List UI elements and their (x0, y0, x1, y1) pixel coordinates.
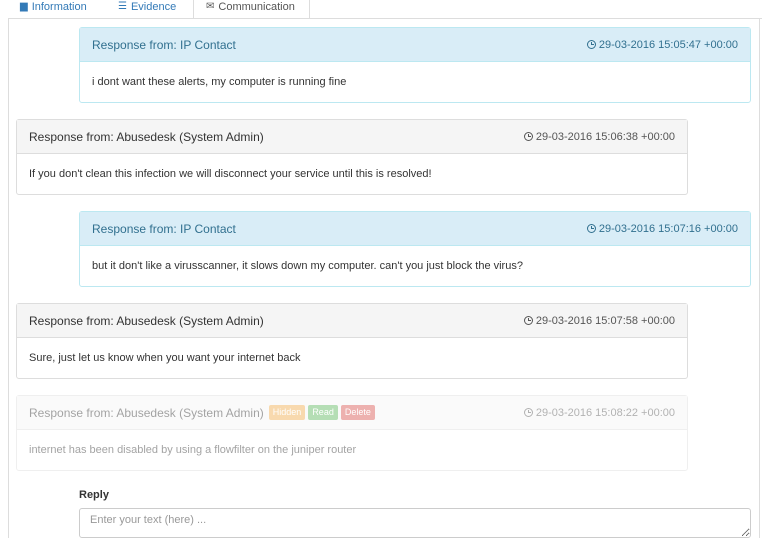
clock-icon (523, 316, 533, 325)
message-panel: Response from: IP Contact 29-03-2016 15:… (79, 211, 751, 287)
file-icon: ▆ (20, 0, 28, 12)
message-labels: Hidden Read Delete (266, 405, 375, 420)
message-sender: Response from: IP Contact (92, 37, 236, 52)
clock-icon (523, 408, 533, 417)
message-heading: Response from: Abusedesk (System Admin) … (17, 396, 687, 430)
message-timestamp-text: 29-03-2016 15:06:38 +00:00 (535, 130, 675, 143)
message-body: Sure, just let us know when you want you… (29, 352, 301, 364)
tab-evidence-label: Evidence (130, 0, 177, 13)
tab-bar: ▆ Information ☰ Evidence ✉ Communication (0, 0, 770, 19)
message-timestamp-text: 29-03-2016 15:08:22 +00:00 (535, 406, 675, 419)
message-timestamp: 29-03-2016 15:05:47 +00:00 (586, 38, 738, 51)
tab-evidence[interactable]: ☰ Evidence (118, 0, 176, 18)
message-panel: Response from: Abusedesk (System Admin) … (16, 303, 688, 379)
message-panel-hidden: Response from: Abusedesk (System Admin) … (16, 395, 688, 471)
tab-communication-label: Communication (218, 0, 295, 13)
message-timestamp: 29-03-2016 15:07:16 +00:00 (586, 222, 738, 235)
message-panel: Response from: IP Contact 29-03-2016 15:… (79, 27, 751, 103)
clock-icon (523, 132, 533, 141)
message-sender: Response from: IP Contact (92, 221, 236, 236)
envelope-icon: ✉ (206, 0, 215, 12)
message-timestamp-text: 29-03-2016 15:05:47 +00:00 (598, 38, 738, 51)
clock-icon (586, 224, 596, 233)
message-body: i dont want these alerts, my computer is… (92, 76, 347, 88)
read-label[interactable]: Read (308, 405, 338, 420)
message-timestamp: 29-03-2016 15:06:38 +00:00 (523, 130, 675, 143)
reply-label: Reply (79, 489, 109, 501)
message-heading: Response from: IP Contact 29-03-2016 15:… (80, 28, 750, 62)
reply-input[interactable] (79, 508, 751, 538)
message-timestamp-text: 29-03-2016 15:07:58 +00:00 (535, 314, 675, 327)
message-sender: Response from: Abusedesk (System Admin) (29, 129, 264, 144)
message-body: If you don't clean this infection we wil… (29, 168, 432, 180)
list-icon: ☰ (118, 0, 127, 12)
message-heading: Response from: Abusedesk (System Admin) … (17, 120, 687, 154)
tab-communication[interactable]: ✉ Communication (193, 0, 310, 19)
delete-label[interactable]: Delete (340, 405, 375, 420)
message-timestamp: 29-03-2016 15:07:58 +00:00 (523, 314, 675, 327)
message-timestamp-text: 29-03-2016 15:07:16 +00:00 (598, 222, 738, 235)
message-timestamp: 29-03-2016 15:08:22 +00:00 (523, 406, 675, 419)
hidden-label[interactable]: Hidden (268, 405, 306, 420)
clock-icon (586, 40, 596, 49)
message-sender: Response from: Abusedesk (System Admin) (29, 313, 264, 328)
tab-information[interactable]: ▆ Information (20, 0, 87, 18)
message-heading: Response from: Abusedesk (System Admin) … (17, 304, 687, 338)
message-sender: Response from: Abusedesk (System Admin) (29, 405, 264, 420)
message-body: but it don't like a virusscanner, it slo… (92, 260, 523, 272)
message-heading: Response from: IP Contact 29-03-2016 15:… (80, 212, 750, 246)
message-panel: Response from: Abusedesk (System Admin) … (16, 119, 688, 195)
tab-information-label: Information (31, 0, 87, 13)
message-body: internet has been disabled by using a fl… (29, 444, 357, 456)
